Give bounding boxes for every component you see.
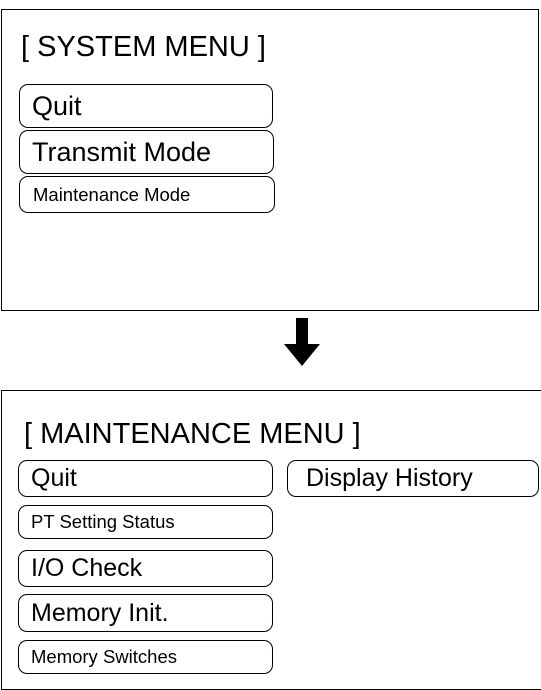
maintenance-mode-label: Maintenance Mode	[33, 183, 191, 205]
system-menu-panel: [ SYSTEM MENU ] Quit Transmit Mode Maint…	[1, 9, 539, 311]
maintenance-mode-button[interactable]: Maintenance Mode	[19, 176, 275, 213]
transmit-mode-label: Transmit Mode	[32, 136, 212, 167]
maintenance-quit-button[interactable]: Quit	[18, 460, 273, 497]
memory-init-button[interactable]: Memory Init.	[18, 594, 273, 632]
system-menu-title: [ SYSTEM MENU ]	[21, 31, 266, 63]
memory-switches-label: Memory Switches	[31, 646, 177, 667]
maintenance-quit-label: Quit	[31, 464, 77, 492]
io-check-label: I/O Check	[31, 554, 143, 582]
display-history-button[interactable]: Display History	[287, 460, 539, 497]
memory-switches-button[interactable]: Memory Switches	[18, 640, 273, 674]
display-history-label: Display History	[306, 464, 473, 492]
system-quit-button[interactable]: Quit	[19, 84, 273, 128]
pt-setting-status-label: PT Setting Status	[31, 511, 175, 532]
pt-setting-status-button[interactable]: PT Setting Status	[18, 505, 273, 539]
io-check-button[interactable]: I/O Check	[18, 550, 273, 587]
system-quit-label: Quit	[32, 90, 82, 121]
maintenance-menu-title: [ MAINTENANCE MENU ]	[24, 418, 361, 450]
maintenance-menu-panel: [ MAINTENANCE MENU ] Quit Display Histor…	[1, 390, 541, 690]
memory-init-label: Memory Init.	[31, 598, 169, 627]
transmit-mode-button[interactable]: Transmit Mode	[19, 130, 274, 174]
arrow-down-icon	[284, 318, 320, 366]
